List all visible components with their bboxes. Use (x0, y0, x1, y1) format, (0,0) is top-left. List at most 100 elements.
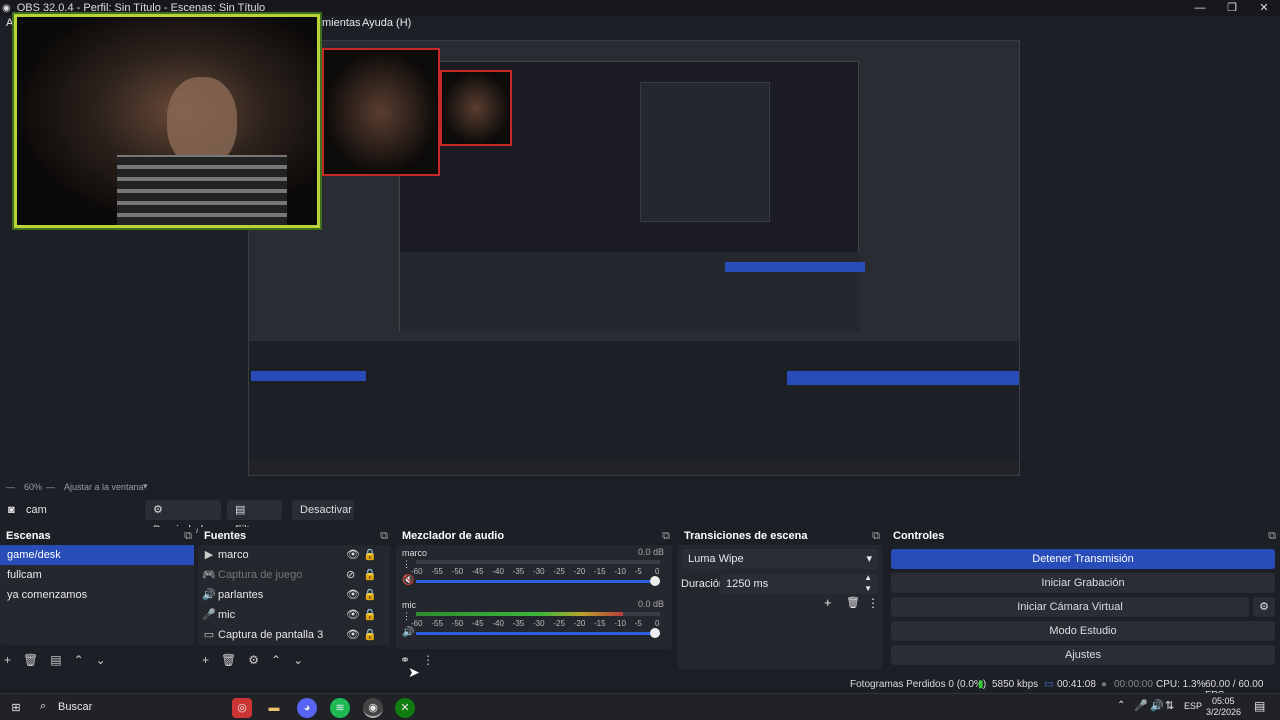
source-item[interactable]: ▭ Captura de pantalla 3 👁 🔒 (198, 625, 390, 645)
undock-icon[interactable]: ⧉ (872, 527, 880, 545)
lock-icon[interactable]: 🔒 (363, 565, 377, 585)
clock-time[interactable]: 05:05 (1212, 696, 1235, 706)
undock-icon[interactable]: ⧉ (1268, 527, 1276, 545)
move-down-icon[interactable]: ⌄ (293, 653, 303, 667)
source-item[interactable]: ▶ marco 👁 🔒 (198, 545, 390, 565)
monitor-icon: ▭ (203, 629, 215, 641)
volume-knob[interactable] (650, 628, 660, 638)
meter-tick-label: -25 (553, 567, 565, 576)
settings-button[interactable]: Ajustes (891, 645, 1275, 665)
bitrate: 5850 kbps (992, 679, 1039, 690)
eye-icon[interactable]: 👁 (346, 585, 360, 605)
move-up-icon[interactable]: ⌃ (271, 653, 281, 667)
filter-icon[interactable]: ▤ (50, 653, 61, 667)
clock-date[interactable]: 3/2/2026 (1206, 707, 1241, 717)
source-item[interactable]: 🎮 Captura de juego ⊘ 🔒 (198, 565, 390, 585)
mic-tray-icon[interactable]: 🎤 (1134, 699, 1148, 712)
kebab-menu-icon[interactable]: ⋮ (402, 611, 411, 622)
trash-icon[interactable]: 🗑 (23, 653, 38, 667)
chevron-down-icon: ▾ (866, 553, 872, 565)
lock-icon[interactable]: 🔒 (363, 605, 377, 625)
start-recording-button[interactable]: Iniciar Grabación (891, 573, 1275, 593)
source-item[interactable]: 🔊 parlantes 👁 🔒 (198, 585, 390, 605)
sources-title: Fuentes (204, 530, 247, 542)
discord-icon[interactable]: ◕ (297, 698, 317, 718)
meter-tick-label: -30 (533, 619, 545, 628)
meter-tick-label: -45 (472, 567, 484, 576)
kebab-menu-icon[interactable]: ⋮ (867, 596, 879, 610)
chrome-icon[interactable]: ◎ (232, 698, 252, 718)
virtual-camera-settings-gear-icon[interactable]: ⚙ (1253, 597, 1275, 617)
eye-icon[interactable]: 👁 (346, 605, 360, 625)
add-icon[interactable]: + (4, 653, 11, 667)
folder-icon[interactable]: ▬ (264, 698, 284, 718)
network-icon[interactable]: ⇅ (1165, 699, 1174, 712)
undock-icon[interactable]: ⧉ (662, 527, 670, 545)
transitions-title: Transiciones de escena (684, 530, 808, 542)
lock-icon[interactable]: 🔒 (363, 545, 377, 565)
trash-icon[interactable]: 🗑 (846, 596, 860, 609)
spotify-icon[interactable]: ≋ (330, 698, 350, 718)
dropped-frames: Fotogramas Perdidos 0 (0.0%) (850, 679, 987, 690)
speaker-icon[interactable]: 🔊 (402, 627, 414, 638)
eye-hidden-icon[interactable]: ⊘ (346, 565, 355, 585)
move-up-icon[interactable]: ⌃ (74, 653, 84, 667)
meter-tick-label: -15 (594, 619, 606, 628)
gear-icon[interactable]: ⚙ (248, 653, 259, 667)
lock-icon[interactable]: 🔒 (363, 625, 377, 645)
scene-item[interactable]: game/desk (0, 545, 194, 565)
minimize-button[interactable]: — (1184, 0, 1216, 16)
filters-button[interactable]: ▤ Filtros (227, 500, 282, 536)
kebab-menu-icon[interactable]: ⋮ (422, 653, 434, 667)
audio-mixer-dock: Mezclador de audio ⧉ marco 0.0 dB ⋮ -60 -5… (396, 527, 674, 673)
filter-icon: ▤ (235, 504, 246, 516)
obs-icon[interactable]: ◉ (363, 698, 383, 718)
meter-tick-label: -25 (553, 619, 565, 628)
add-icon[interactable]: + (202, 653, 209, 667)
mute-speaker-icon[interactable]: 🔇 (402, 575, 414, 586)
stream-time: 00:41:08 (1057, 679, 1096, 690)
duration-spinbox[interactable]: 1250 ms ▲ ▼ (720, 572, 878, 594)
scene-item[interactable]: fullcam (0, 565, 194, 585)
volume-knob[interactable] (650, 576, 660, 586)
volume-icon[interactable]: 🔊 (1150, 699, 1164, 712)
studio-mode-button[interactable]: Modo Estudio (891, 621, 1275, 641)
kebab-menu-icon[interactable]: ⋮ (402, 559, 411, 570)
trash-icon[interactable]: 🗑 (221, 653, 236, 667)
menu-ayuda[interactable]: Ayuda (H) (362, 17, 411, 29)
taskbar-search[interactable]: Buscar (58, 701, 92, 713)
spin-arrows-icon[interactable]: ▲ ▼ (864, 572, 872, 594)
source-item[interactable]: 🎤 mic 👁 🔒 (198, 605, 390, 625)
lock-icon[interactable]: 🔒 (363, 585, 377, 605)
eye-icon[interactable]: 👁 (346, 625, 360, 645)
chevron-down-icon[interactable]: ▾ (143, 481, 148, 492)
start-virtual-camera-button[interactable]: Iniciar Cámara Virtual (891, 597, 1249, 617)
maximize-button[interactable]: ❐ (1216, 0, 1248, 16)
undock-icon[interactable]: ⧉ (380, 527, 388, 545)
windows-start-icon[interactable]: ⊞ (6, 698, 26, 718)
properties-button[interactable]: ⚙ Propiedades (145, 500, 221, 536)
meter-tick-label: -20 (573, 619, 586, 628)
stop-stream-button[interactable]: Detener Transmisión (891, 549, 1275, 569)
xbox-icon[interactable]: ✕ (395, 698, 415, 718)
volume-slider[interactable] (416, 628, 660, 638)
camera-icon: ◙ (8, 504, 15, 516)
add-icon[interactable]: + (824, 595, 832, 610)
chevron-up-icon[interactable]: ⌃ (1117, 700, 1125, 711)
move-down-icon[interactable]: ⌄ (96, 653, 106, 667)
language-indicator[interactable]: ESP (1184, 701, 1202, 711)
deactivate-button[interactable]: Desactivar (292, 500, 354, 520)
close-button[interactable]: ✕ (1248, 0, 1280, 16)
menu-herramientas[interactable]: mientas (322, 17, 361, 29)
fit-window-select[interactable]: Ajustar a la ventana (64, 482, 144, 492)
transition-select[interactable]: Luma Wipe ▾ (682, 549, 878, 569)
volume-slider[interactable] (416, 576, 660, 586)
meter-tick-label: -10 (614, 567, 626, 576)
notification-icon[interactable]: ▤ (1254, 699, 1265, 713)
eye-icon[interactable]: 👁 (346, 545, 360, 565)
scene-item[interactable]: ya comenzamos (0, 585, 194, 605)
taskbar: ⊞ ⌕ Buscar ◎ ▬ ◕ ≋ ◉ ✕ ⌃ 🎤 🔊 ⇅ ESP 05:05… (0, 693, 1280, 720)
scenes-list: game/desk fullcam ya comenzamos (0, 545, 194, 645)
undock-icon[interactable]: ⧉ (184, 527, 192, 545)
gear-icon: ⚙ (153, 504, 163, 516)
